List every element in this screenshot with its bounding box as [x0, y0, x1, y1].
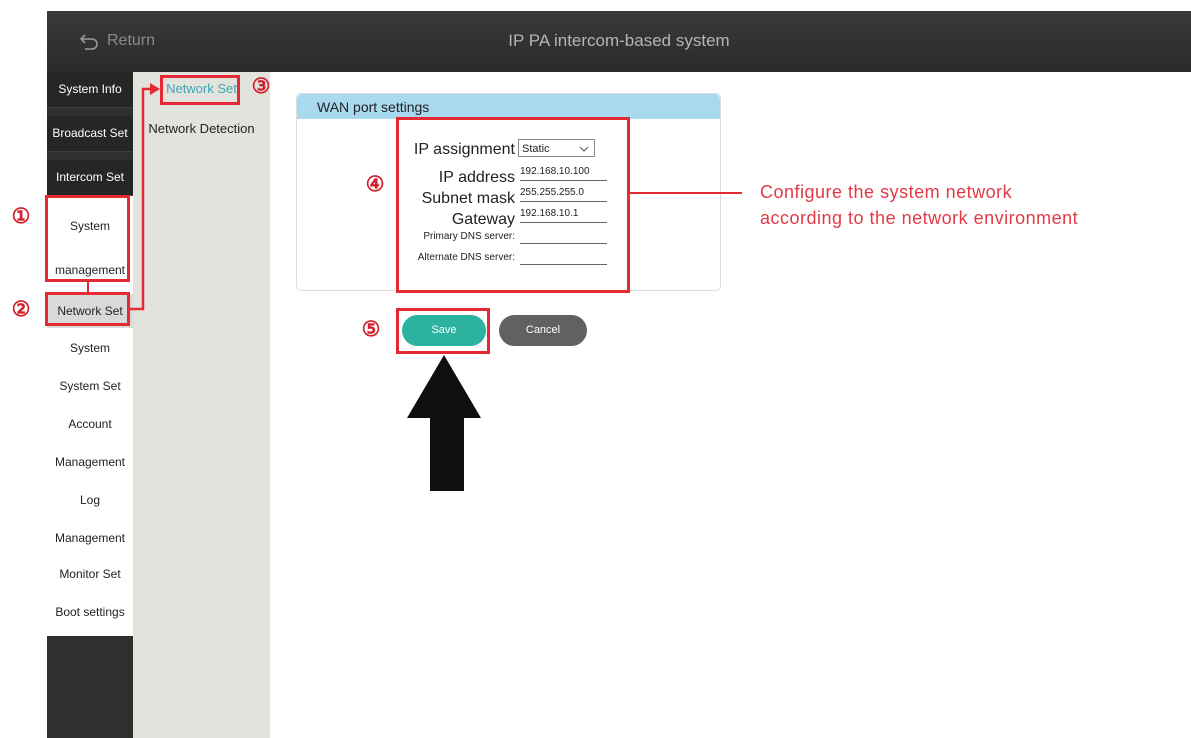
step-3-marker: ③ — [251, 75, 271, 98]
step-5-marker: ⑤ — [361, 318, 381, 341]
callout-line-1: Configure the system network — [760, 182, 1013, 202]
callout-line-2: according to the network environment — [760, 208, 1079, 228]
step-1-marker: ① — [11, 205, 31, 228]
annotation-connectors — [87, 83, 742, 491]
step-4-marker: ④ — [365, 173, 385, 196]
step-2-marker: ② — [11, 298, 31, 321]
big-up-arrow-icon — [407, 355, 481, 491]
